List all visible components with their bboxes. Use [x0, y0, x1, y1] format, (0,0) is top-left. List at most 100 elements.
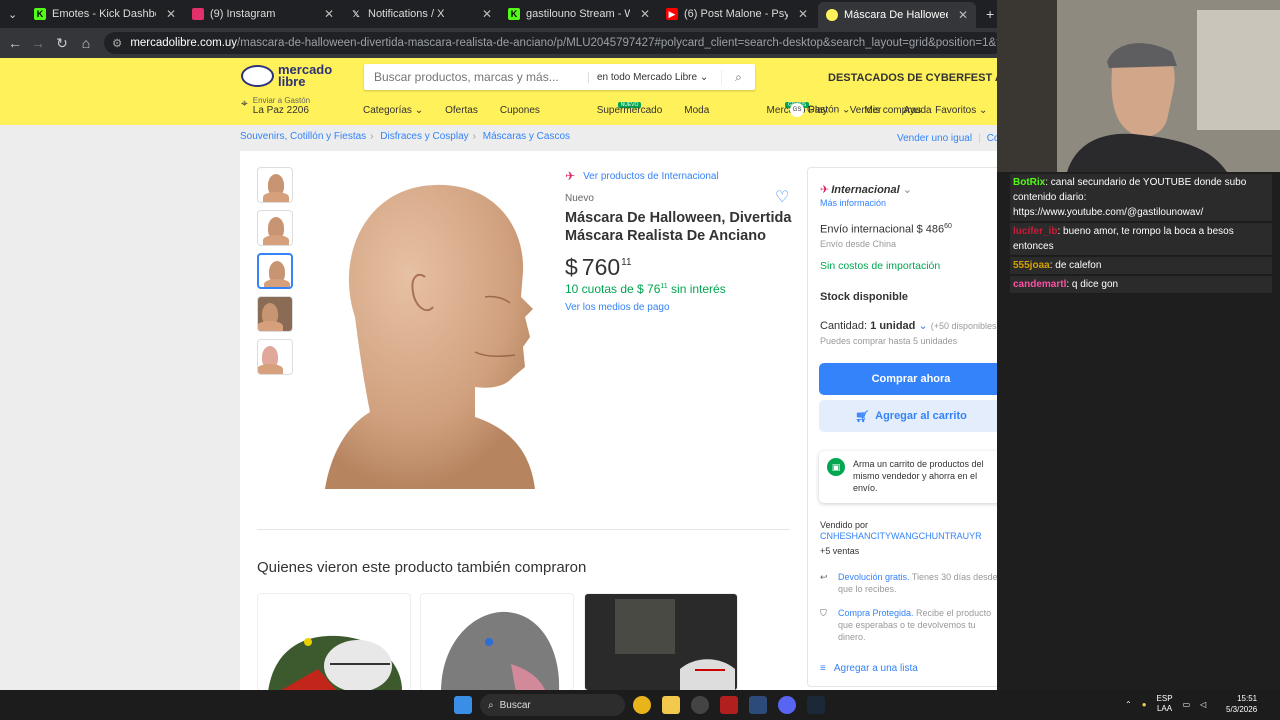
browser-tab-active[interactable]: Máscara De Halloween, Divertida ✕	[818, 2, 976, 28]
return-arrow-icon: ↩	[820, 572, 828, 582]
promo-banner[interactable]: DESTACADOS DE CYBERFEST ACÁ	[828, 72, 1019, 84]
sold-by-label: Vendido por	[820, 520, 869, 530]
seller-link[interactable]: CNHESHANCITYWANGCHUNTRAUYR	[820, 531, 982, 541]
user-account[interactable]: GS Gastón ⌄	[790, 103, 850, 117]
close-icon[interactable]: ✕	[166, 7, 176, 21]
stock-status: Stock disponible	[820, 291, 909, 303]
tab-list-button[interactable]: ⌄	[0, 2, 26, 26]
browser-tab[interactable]: ▶ (6) Post Malone - Psycho (O ✕	[658, 2, 816, 26]
chat-message: candemartl: q dice gon	[1010, 276, 1272, 294]
nav-categorias[interactable]: Categorías ⌄	[363, 105, 434, 116]
chevron-down-icon: ⌄	[918, 320, 928, 332]
browser-tab-strip: ⌄ K Emotes - Kick Dashboard ✕ (9) Instag…	[0, 0, 1000, 28]
breadcrumb-item[interactable]: Disfraces y Cosplay	[380, 131, 468, 142]
max-units-note: Puedes comprar hasta 5 unidades	[820, 336, 958, 346]
product-title: Máscara De Halloween, Divertida Máscara …	[565, 210, 792, 244]
payment-methods-link[interactable]: Ver los medios de pago	[565, 302, 670, 313]
nav-cupones[interactable]: Cupones	[500, 105, 551, 116]
breadcrumb-item[interactable]: Máscaras y Cascos	[483, 131, 570, 142]
discord-icon[interactable]	[778, 696, 796, 714]
ships-from: Envío desde China	[820, 239, 897, 249]
free-return-link[interactable]: Devolución gratis.	[838, 572, 910, 582]
breadcrumb-item[interactable]: Souvenirs, Cotillón y Fiestas	[240, 131, 366, 142]
taskbar-search[interactable]: ⌕ Buscar	[480, 694, 625, 716]
mercadolibre-logo[interactable]: mercado libre	[241, 63, 332, 88]
buy-now-button[interactable]: Comprar ahora	[819, 363, 1003, 395]
product-thumbnail[interactable]	[257, 339, 293, 375]
chat-message: lucifer_ib: bueno amor, te rompo la boca…	[1010, 223, 1272, 256]
recommended-product-card[interactable]	[420, 593, 574, 691]
cart-tip-card: ▣ Arma un carrito de productos del mismo…	[819, 451, 1003, 503]
app-icon[interactable]	[749, 696, 767, 714]
protected-purchase-link[interactable]: Compra Protegida.	[838, 608, 914, 618]
url-bar[interactable]: ⚙ mercadolibre.com.uy/mascara-de-hallowe…	[104, 32, 1004, 54]
site-info-icon[interactable]: ⚙	[112, 36, 122, 50]
site-header: mercadolibre en todo Mercado Libre ⌄ ⌕ D…	[0, 58, 1019, 125]
close-icon[interactable]: ✕	[482, 7, 492, 21]
product-price: $ 760 11	[565, 254, 632, 280]
nav-moda[interactable]: Moda	[684, 105, 720, 116]
x-icon: 𝕏	[352, 8, 360, 19]
close-icon[interactable]: ✕	[640, 7, 650, 21]
product-thumbnail[interactable]	[257, 296, 293, 332]
close-icon[interactable]: ✕	[324, 7, 334, 21]
search-icon[interactable]: ⌕	[721, 69, 755, 85]
back-icon[interactable]: ←	[5, 33, 25, 53]
protected-purchase-info: ⛉ Compra Protegida. Recibe el producto q…	[820, 608, 992, 642]
close-icon[interactable]: ✕	[798, 7, 808, 21]
more-info-link[interactable]: Más información	[820, 198, 886, 208]
user-menu: GS Gastón ⌄ Mis compras Favoritos ⌄	[790, 103, 987, 117]
shipping-cost: Envío internacional $ 48660	[820, 223, 952, 236]
browser-tab[interactable]: K Emotes - Kick Dashboard ✕	[26, 2, 184, 26]
browser-tab[interactable]: 𝕏 Notifications / X ✕	[342, 2, 500, 26]
international-link[interactable]: ✈ Ver productos de Internacional	[565, 169, 719, 183]
product-thumbnail[interactable]	[257, 167, 293, 203]
forward-icon[interactable]: →	[28, 33, 48, 53]
app-icon[interactable]	[691, 696, 709, 714]
chrome-icon[interactable]	[633, 696, 651, 714]
shipping-location[interactable]: ⌖ Enviar a Gastón La Paz 2206	[241, 96, 310, 116]
airplane-icon: ✈	[820, 184, 830, 196]
product-thumbnail-selected[interactable]	[257, 253, 293, 289]
add-to-cart-button[interactable]: 🛒︎ Agregar al carrito	[819, 400, 1003, 432]
reload-icon[interactable]: ↻	[52, 33, 72, 53]
product-thumbnail[interactable]	[257, 210, 293, 246]
clock[interactable]: 15:51 5/3/2026	[1226, 693, 1257, 715]
nav-supermercado[interactable]: NUEVOSupermercado	[562, 102, 673, 116]
browser-tab[interactable]: K gastilouno Stream - Watch Live ✕	[500, 2, 658, 26]
language-indicator[interactable]: ESP LAA	[1157, 694, 1173, 714]
nav-ofertas[interactable]: Ofertas	[445, 105, 489, 116]
recommended-product-card[interactable]	[257, 593, 411, 691]
steam-icon[interactable]	[807, 696, 825, 714]
file-explorer-icon[interactable]	[662, 696, 680, 714]
microphone-icon[interactable]: ●	[1142, 700, 1147, 709]
search-icon: ⌕	[488, 699, 494, 711]
quantity-selector[interactable]: Cantidad: 1 unidad ⌄ (+50 disponibles)	[820, 319, 1000, 332]
chevron-up-icon[interactable]: ⌃	[1125, 700, 1132, 709]
speaker-icon[interactable]: ◁	[1200, 700, 1206, 709]
search-scope-dropdown[interactable]: en todo Mercado Libre ⌄	[588, 71, 721, 83]
divider	[257, 529, 790, 530]
system-tray: ⌃ ● ESP LAA ▭ ◁	[1125, 694, 1206, 714]
store-name[interactable]: ✈ Internacional ⌄	[820, 183, 912, 196]
chat-message: BotRix: canal secundario de YOUTUBE dond…	[1010, 174, 1272, 222]
product-main-image[interactable]	[325, 177, 540, 489]
cart-icon: 🛒︎	[855, 410, 870, 423]
avatar: GS	[790, 103, 804, 117]
search-bar: en todo Mercado Libre ⌄ ⌕	[364, 64, 755, 90]
network-icon[interactable]: ▭	[1183, 700, 1191, 709]
sell-same-link[interactable]: Vender uno igual|Com	[897, 133, 1008, 144]
browser-tab[interactable]: (9) Instagram ✕	[184, 2, 342, 26]
windows-start-icon[interactable]	[454, 696, 472, 714]
my-purchases-link[interactable]: Mis compras	[864, 105, 921, 116]
instagram-icon	[192, 8, 204, 20]
mercadolibre-icon	[826, 9, 838, 21]
home-icon[interactable]: ⌂	[76, 33, 96, 53]
favorites-link[interactable]: Favoritos ⌄	[935, 105, 987, 116]
app-icon[interactable]	[720, 696, 738, 714]
search-input[interactable]	[364, 66, 588, 88]
close-icon[interactable]: ✕	[958, 8, 968, 22]
add-to-list-link[interactable]: ≡ Agregar a una lista	[820, 663, 918, 674]
heart-icon[interactable]: ♡	[775, 187, 789, 207]
recommended-product-card[interactable]	[584, 593, 738, 691]
